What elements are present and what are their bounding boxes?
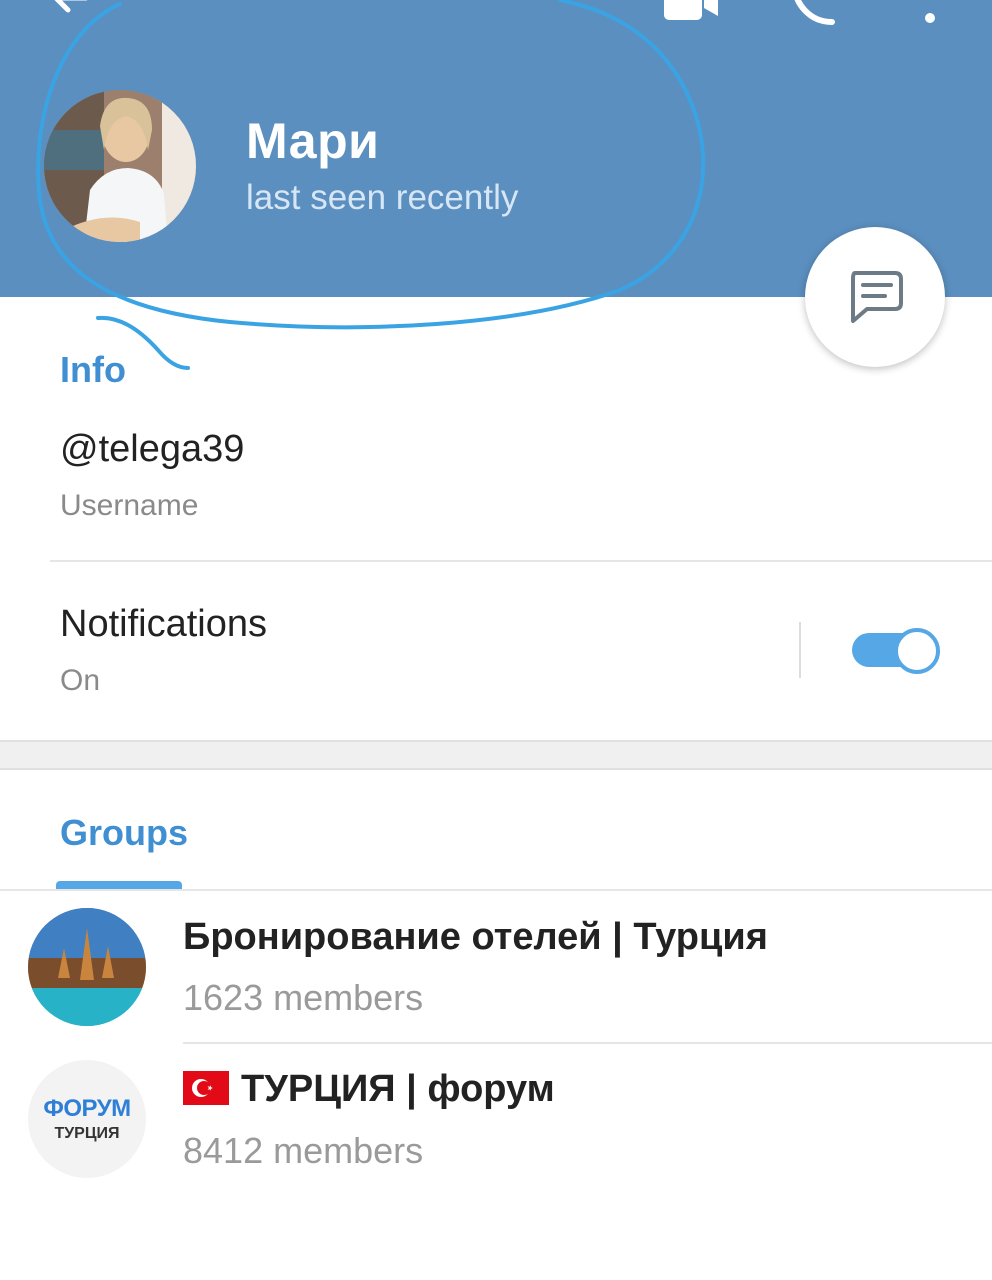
group-avatar <box>28 908 146 1026</box>
tab-groups[interactable]: Groups <box>60 812 188 854</box>
username-value: @telega39 <box>60 428 245 470</box>
group-name: Бронирование отелей | Турция <box>183 916 768 958</box>
send-message-button[interactable] <box>805 227 945 367</box>
turkey-flag-icon <box>183 1070 229 1105</box>
tab-indicator <box>56 881 182 889</box>
phone-call-icon[interactable] <box>788 0 836 26</box>
toggle-knob <box>894 628 940 674</box>
group-avatar-subtext: ТУРЦИЯ <box>54 1125 120 1142</box>
back-arrow-icon[interactable] <box>46 0 96 18</box>
group-name: ТУРЦИЯ | форум <box>241 1068 555 1110</box>
group-avatar: ФОРУМ ТУРЦИЯ <box>28 1060 146 1178</box>
profile-name: Мари <box>246 113 380 169</box>
message-icon <box>851 271 903 323</box>
more-options-icon[interactable] <box>920 0 940 26</box>
video-call-icon[interactable] <box>662 0 720 22</box>
group-divider <box>183 1042 992 1044</box>
notifications-value: On <box>60 664 101 697</box>
tabs-divider <box>0 889 992 891</box>
username-label: Username <box>60 489 199 522</box>
group-members-count: 1623 members <box>183 977 424 1018</box>
section-gap <box>0 740 992 770</box>
notifications-label: Notifications <box>60 603 267 645</box>
profile-avatar[interactable] <box>44 90 196 242</box>
info-divider <box>50 560 992 562</box>
group-members-count: 8412 members <box>183 1130 424 1171</box>
toggle-separator <box>799 622 801 678</box>
group-name-row: ТУРЦИЯ | форум <box>183 1068 555 1111</box>
notifications-toggle[interactable] <box>852 626 940 674</box>
info-section-title: Info <box>60 349 126 390</box>
group-avatar-text: ФОРУМ <box>43 1095 131 1122</box>
last-seen-status: last seen recently <box>246 178 519 217</box>
